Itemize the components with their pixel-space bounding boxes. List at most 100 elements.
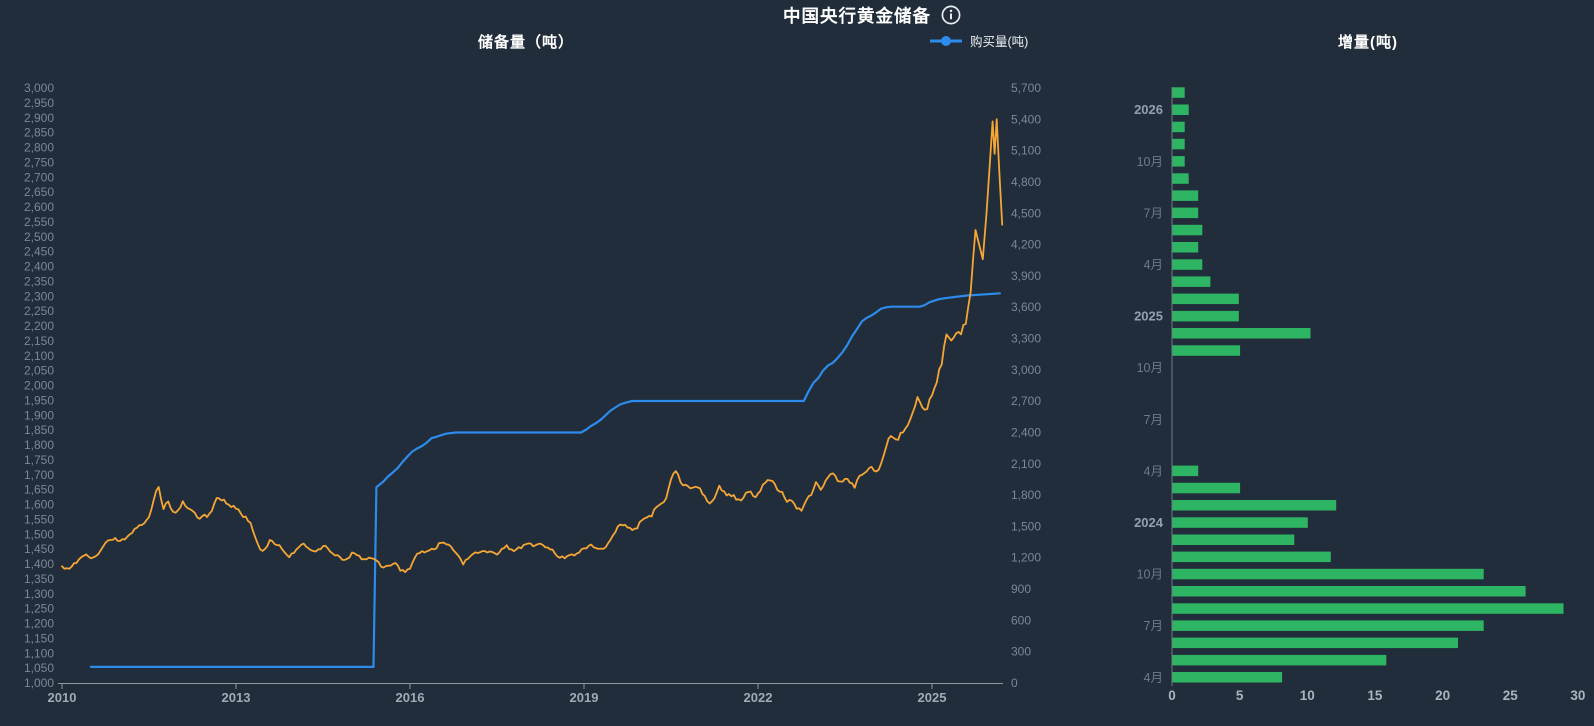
left-y-tick-label: 1,600: [24, 498, 54, 512]
left-y-tick-label: 1,150: [24, 631, 54, 645]
bar-year-label: 2025: [1134, 309, 1163, 324]
gold-reserve-dashboard: 中国央行黄金储备 储备量（吨） 购买量(吨) 增量(吨) 1,0001,0501…: [0, 0, 1594, 726]
bar-x-tick-label: 30: [1570, 688, 1585, 703]
bar-x-tick-label: 25: [1503, 688, 1519, 703]
right-y-tick-label: 4,800: [1011, 175, 1041, 189]
delta-bar[interactable]: [1173, 517, 1308, 528]
right-y-tick-label: 2,400: [1011, 425, 1041, 439]
delta-bar[interactable]: [1173, 276, 1211, 287]
right-y-tick-label: 0: [1011, 676, 1018, 690]
delta-bar[interactable]: [1173, 208, 1199, 219]
delta-bar[interactable]: [1173, 87, 1185, 98]
left-y-tick-label: 2,800: [24, 141, 54, 155]
left-y-tick-label: 1,050: [24, 661, 54, 675]
delta-bar[interactable]: [1173, 311, 1239, 322]
x-tick-label: 2019: [570, 690, 599, 705]
delta-bar[interactable]: [1173, 586, 1526, 597]
bar-month-label: 4月: [1144, 464, 1163, 478]
right-y-tick-label: 1,500: [1011, 519, 1041, 533]
x-tick-label: 2022: [744, 690, 773, 705]
left-y-tick-label: 2,500: [24, 230, 54, 244]
bar-month-label: 10月: [1137, 361, 1163, 375]
bar-month-label: 7月: [1144, 206, 1163, 220]
right-y-tick-label: 1,200: [1011, 551, 1041, 565]
left-y-tick-label: 1,300: [24, 587, 54, 601]
right-y-tick-label: 600: [1011, 613, 1031, 627]
delta-bar[interactable]: [1173, 620, 1484, 631]
left-y-tick-label: 2,100: [24, 349, 54, 363]
delta-bar[interactable]: [1173, 105, 1189, 116]
left-y-tick-label: 2,550: [24, 215, 54, 229]
x-tick-label: 2013: [222, 690, 251, 705]
left-y-tick-label: 3,000: [24, 81, 54, 95]
left-y-tick-label: 1,850: [24, 423, 54, 437]
bar-x-tick-label: 20: [1435, 688, 1450, 703]
left-y-tick-label: 1,200: [24, 617, 54, 631]
delta-bar[interactable]: [1173, 190, 1199, 201]
left-y-tick-label: 1,800: [24, 438, 54, 452]
delta-bar[interactable]: [1173, 242, 1199, 253]
right-y-tick-label: 3,000: [1011, 363, 1041, 377]
left-y-tick-label: 2,900: [24, 111, 54, 125]
left-y-tick-label: 2,950: [24, 96, 54, 110]
left-y-tick-label: 2,400: [24, 260, 54, 274]
bar-x-tick-label: 5: [1236, 688, 1244, 703]
left-y-tick-label: 1,500: [24, 527, 54, 541]
right-y-tick-label: 5,100: [1011, 144, 1041, 158]
delta-bar[interactable]: [1173, 603, 1564, 614]
delta-bar[interactable]: [1173, 173, 1189, 184]
left-y-tick-label: 1,450: [24, 542, 54, 556]
left-y-tick-label: 2,600: [24, 200, 54, 214]
left-y-tick-label: 1,100: [24, 646, 54, 660]
delta-bar[interactable]: [1173, 552, 1331, 563]
delta-bar[interactable]: [1173, 500, 1337, 511]
delta-bar[interactable]: [1173, 156, 1185, 167]
delta-bar[interactable]: [1173, 345, 1241, 356]
delta-bar[interactable]: [1173, 122, 1185, 133]
left-y-tick-label: 1,650: [24, 483, 54, 497]
x-tick-label: 2025: [918, 690, 947, 705]
delta-bar[interactable]: [1173, 638, 1459, 649]
charts-canvas: 1,0001,0501,1001,1501,2001,2501,3001,350…: [0, 0, 1594, 726]
delta-bar[interactable]: [1173, 259, 1203, 270]
delta-bar[interactable]: [1173, 225, 1203, 236]
left-y-tick-label: 2,850: [24, 126, 54, 140]
reserve-value-line-series[interactable]: [62, 119, 1002, 572]
left-y-tick-label: 2,750: [24, 155, 54, 169]
right-y-tick-label: 300: [1011, 645, 1031, 659]
right-y-tick-label: 1,800: [1011, 488, 1041, 502]
delta-bar[interactable]: [1173, 535, 1295, 546]
delta-bar[interactable]: [1173, 139, 1185, 150]
purchase-line-series[interactable]: [91, 293, 1000, 667]
right-y-tick-label: 5,700: [1011, 81, 1041, 95]
delta-bar[interactable]: [1173, 655, 1387, 666]
delta-bar[interactable]: [1173, 294, 1239, 305]
right-y-tick-label: 5,400: [1011, 112, 1041, 126]
left-y-tick-label: 2,150: [24, 334, 54, 348]
left-y-tick-label: 1,550: [24, 512, 54, 526]
left-y-tick-label: 1,350: [24, 572, 54, 586]
delta-bar[interactable]: [1173, 466, 1199, 477]
left-y-tick-label: 1,900: [24, 408, 54, 422]
right-y-tick-label: 3,600: [1011, 300, 1041, 314]
bar-year-label: 2026: [1134, 102, 1163, 117]
left-y-tick-label: 2,650: [24, 185, 54, 199]
bar-x-tick-label: 10: [1300, 688, 1315, 703]
bar-x-tick-label: 0: [1168, 688, 1176, 703]
bar-month-label: 4月: [1144, 671, 1163, 685]
x-tick-label: 2010: [48, 690, 77, 705]
left-y-tick-label: 2,450: [24, 245, 54, 259]
left-y-tick-label: 1,250: [24, 602, 54, 616]
right-y-tick-label: 900: [1011, 582, 1031, 596]
delta-bar[interactable]: [1173, 483, 1241, 494]
left-y-tick-label: 2,350: [24, 274, 54, 288]
right-y-tick-label: 3,300: [1011, 332, 1041, 346]
delta-bar[interactable]: [1173, 328, 1311, 339]
bar-month-label: 10月: [1137, 155, 1163, 169]
left-y-tick-label: 2,000: [24, 379, 54, 393]
delta-bar[interactable]: [1173, 569, 1484, 580]
right-y-tick-label: 2,100: [1011, 457, 1041, 471]
left-y-tick-label: 1,700: [24, 468, 54, 482]
delta-bar[interactable]: [1173, 672, 1283, 683]
right-y-tick-label: 4,500: [1011, 206, 1041, 220]
